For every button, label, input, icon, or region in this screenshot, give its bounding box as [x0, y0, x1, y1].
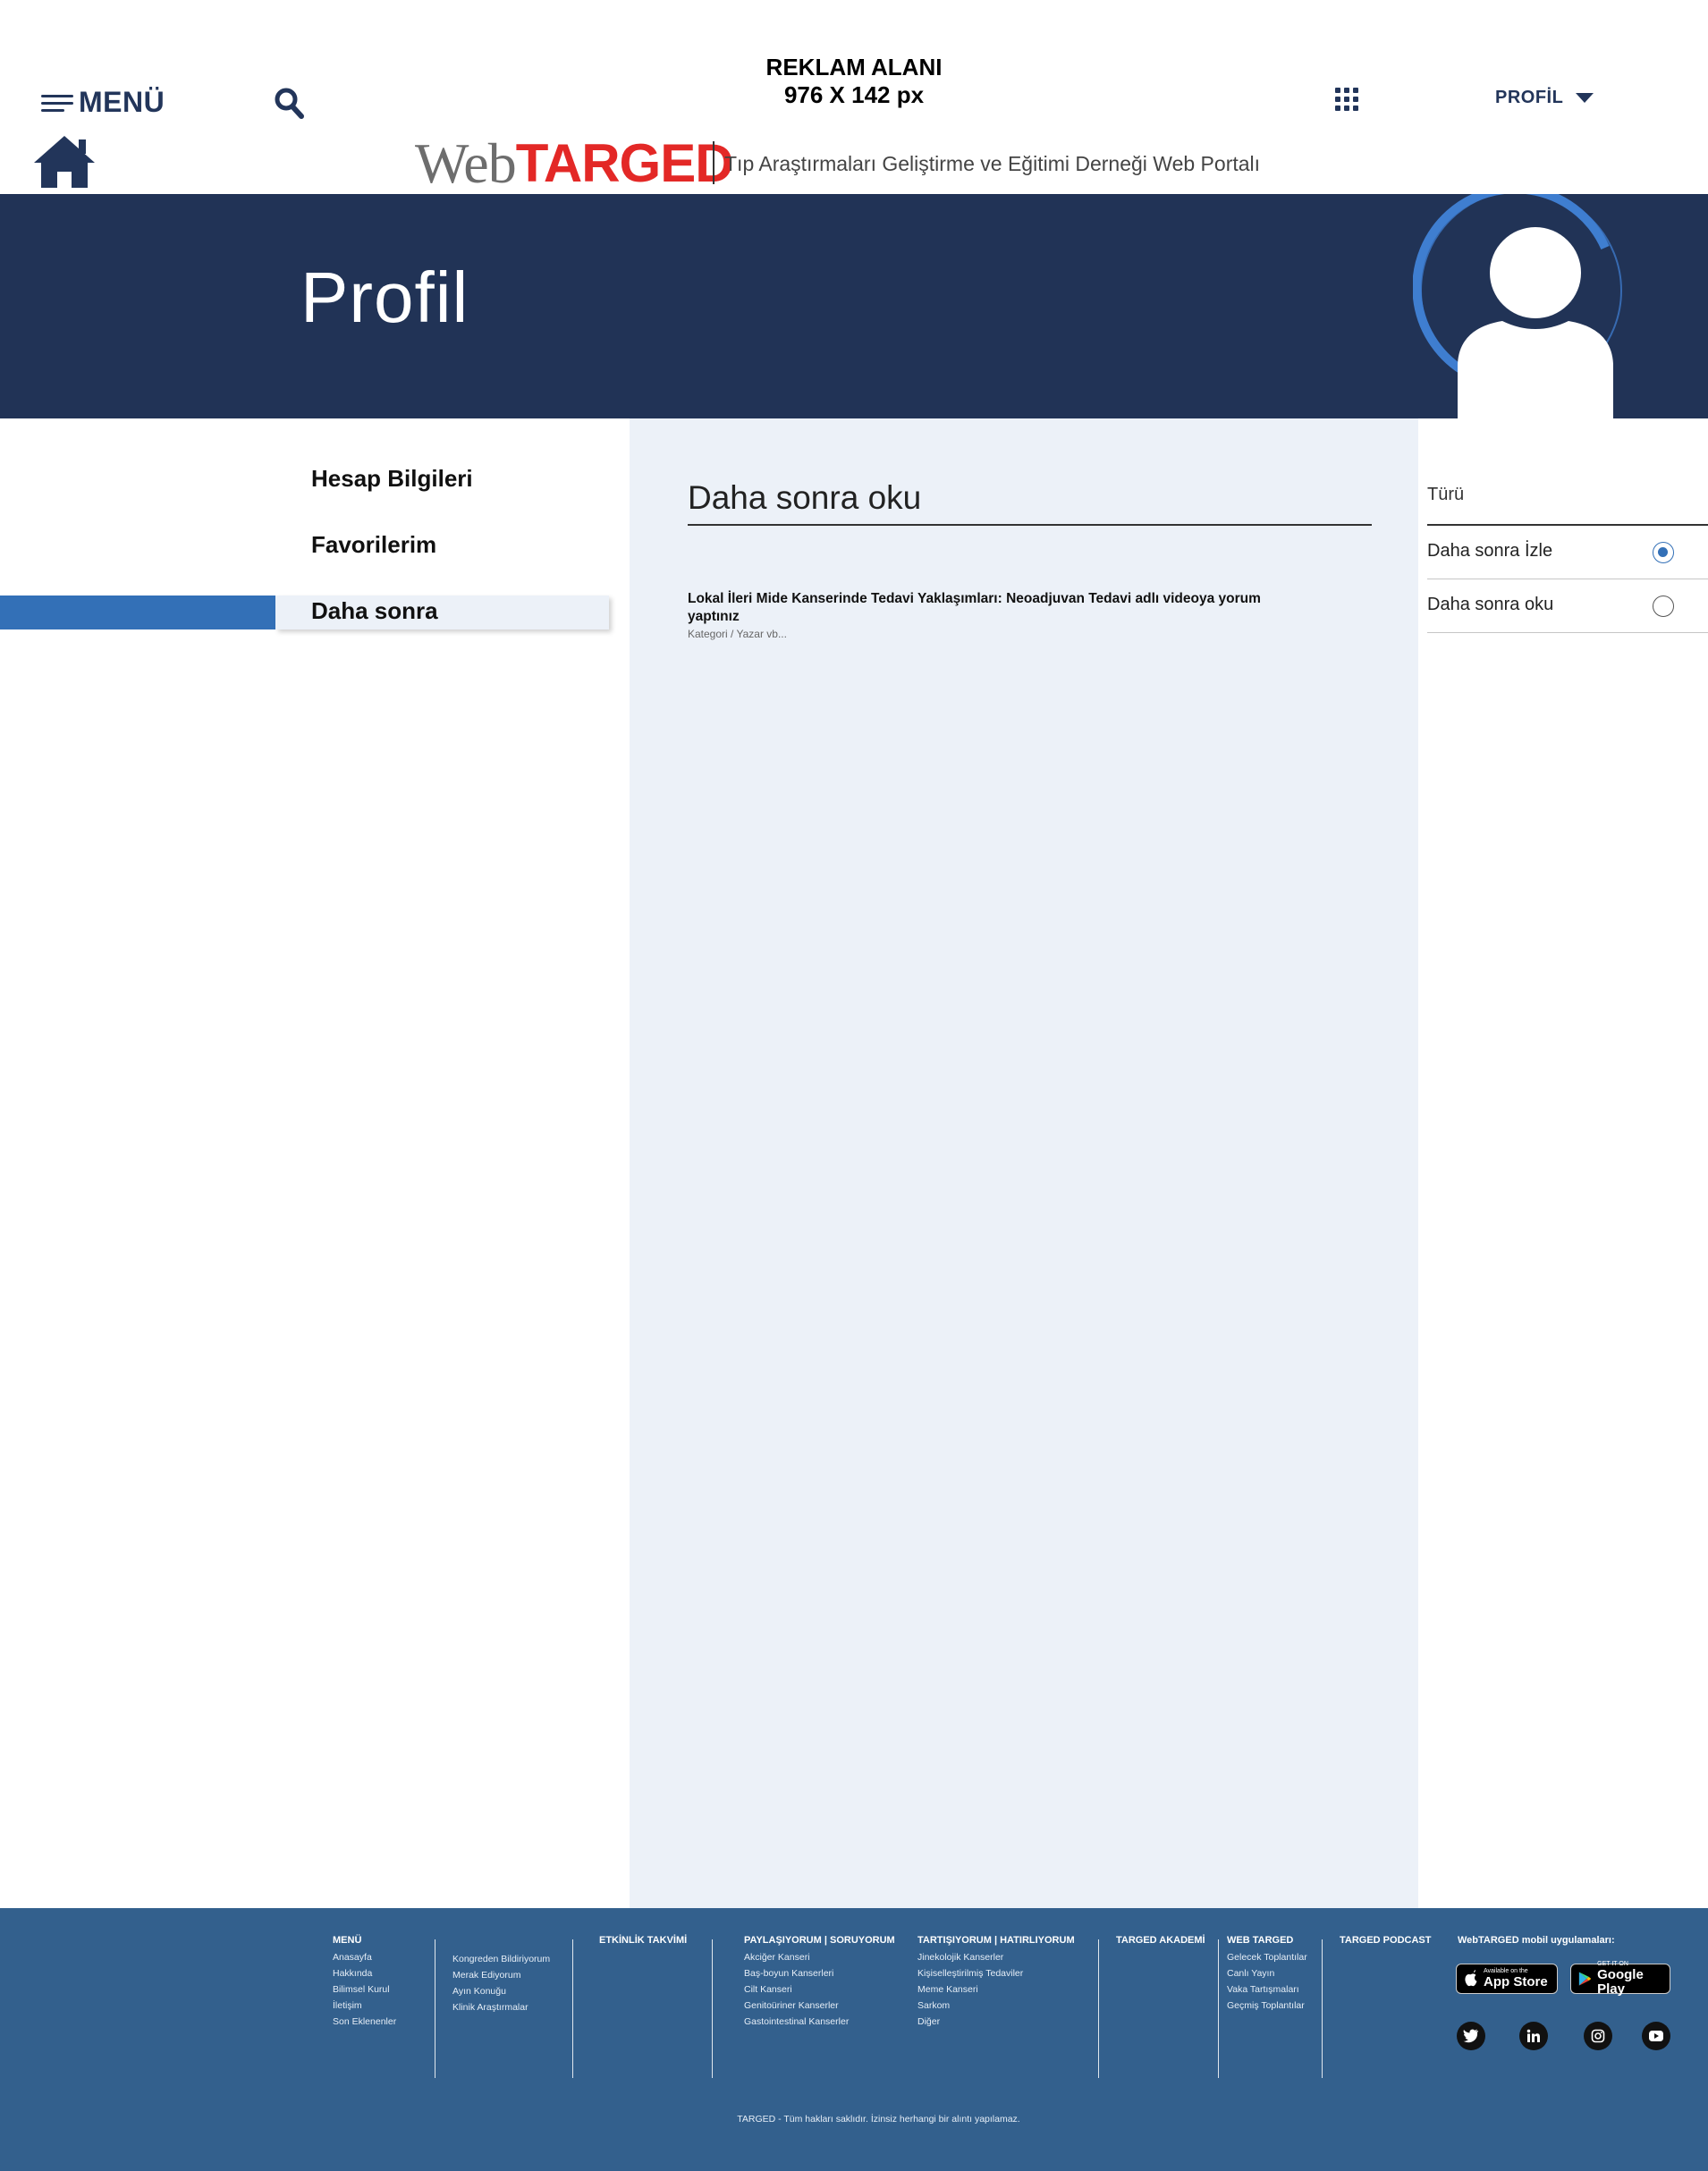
footer-link[interactable]: Diğer [917, 2014, 1075, 2030]
site-header: MENÜ REKLAM ALANI 976 X 142 px PROFİL We… [0, 0, 1708, 195]
footer-col-academy: TARGED AKADEMİ [1116, 1935, 1205, 1946]
ad-area: REKLAM ALANI 976 X 142 px [671, 54, 1037, 109]
footer-col-webtarged: WEB TARGED Gelecek Toplantılar Canlı Yay… [1227, 1935, 1307, 2014]
footer-heading[interactable]: PAYLAŞIYORUM | SORUYORUM [744, 1935, 895, 1946]
footer-divider [572, 1939, 573, 2078]
footer-heading[interactable]: TARGED PODCAST [1340, 1935, 1431, 1946]
logo-web-text: Web [415, 131, 517, 195]
filter-panel: Türü Daha sonra İzle Daha sonra oku [1418, 418, 1708, 1908]
footer-link[interactable]: Baş-boyun Kanserleri [744, 1965, 895, 1981]
avatar [1412, 194, 1628, 418]
sidebar-item-favorilerim[interactable]: Favorilerim [311, 531, 436, 559]
filter-option-izle[interactable]: Daha sonra İzle [1427, 526, 1708, 579]
footer-col-podcast: TARGED PODCAST [1340, 1935, 1431, 1946]
footer-divider [1098, 1939, 1099, 2078]
hamburger-icon [41, 92, 73, 114]
radio-unselected[interactable] [1653, 596, 1674, 617]
footer-link[interactable]: Geçmiş Toplantılar [1227, 1998, 1307, 2014]
footer-link[interactable]: Son Eklenenler [333, 2014, 396, 2030]
profile-dropdown-label: PROFİL [1495, 88, 1564, 107]
webtarged-logo[interactable]: Web TARGED [415, 131, 734, 195]
footer-link[interactable]: Gastointestinal Kanserler [744, 2014, 895, 2030]
caret-down-icon [1576, 93, 1594, 103]
google-play-badge[interactable]: GET IT ON Google Play [1570, 1961, 1670, 1997]
footer-link[interactable]: İletişim [333, 1998, 396, 2014]
radio-selected[interactable] [1653, 542, 1674, 563]
app-store-badge[interactable]: Available on the App Store [1456, 1964, 1558, 1994]
ad-size: 976 X 142 px [783, 81, 925, 108]
search-icon[interactable] [274, 86, 306, 122]
apple-icon [1465, 1970, 1477, 1987]
filter-option-label: Daha sonra oku [1427, 595, 1554, 614]
active-indicator [0, 596, 275, 629]
footer-divider [1322, 1939, 1323, 2078]
footer-col-discuss: TARTIŞIYORUM | HATIRLIYORUM Jinekolojik … [917, 1935, 1075, 2030]
footer-link[interactable]: Akciğer Kanseri [744, 1949, 895, 1965]
linkedin-icon[interactable] [1519, 2022, 1548, 2050]
footer-link[interactable]: Bilimsel Kurul [333, 1981, 396, 1998]
footer-link[interactable]: Gelecek Toplantılar [1227, 1949, 1307, 1965]
footer-link[interactable]: Merak Ediyorum [452, 1967, 550, 1983]
filter-option-label: Daha sonra İzle [1427, 541, 1553, 561]
footer-link[interactable]: Ayın Konuğu [452, 1983, 550, 1999]
list-item-title[interactable]: Lokal İleri Mide Kanserinde Tedavi Yakla… [688, 590, 1278, 626]
footer-link[interactable]: Kongreden Bildiriyorum [452, 1951, 550, 1967]
ad-title: REKLAM ALANI [765, 54, 943, 80]
footer-col-apps: WebTARGED mobil uygulamaları: [1458, 1935, 1615, 1946]
filter-heading: Türü [1427, 485, 1465, 504]
footer-col-menu: MENÜ Anasayfa Hakkında Bilimsel Kurul İl… [333, 1935, 396, 2030]
section-title: Daha sonra oku [688, 479, 922, 516]
sidebar-item-hesap-bilgileri[interactable]: Hesap Bilgileri [311, 465, 473, 493]
footer-heading[interactable]: ETKİNLİK TAKVİMİ [599, 1935, 687, 1946]
footer-divider [712, 1939, 713, 2078]
footer-link[interactable]: Jinekolojik Kanserler [917, 1949, 1075, 1965]
footer-col-menu2: Kongreden Bildiriyorum Merak Ediyorum Ay… [452, 1951, 550, 2015]
footer-link[interactable]: Anasayfa [333, 1949, 396, 1965]
home-icon[interactable] [32, 134, 97, 190]
footer-link[interactable]: Genitoüriner Kanserler [744, 1998, 895, 2014]
footer-link[interactable]: Klinik Araştırmalar [452, 1999, 550, 2015]
footer-link[interactable]: Cilt Kanseri [744, 1981, 895, 1998]
footer-heading[interactable]: WEB TARGED [1227, 1935, 1307, 1946]
footer-link[interactable]: Vaka Tartışmaları [1227, 1981, 1307, 1998]
youtube-icon[interactable] [1642, 2022, 1670, 2050]
site-footer: MENÜ Anasayfa Hakkında Bilimsel Kurul İl… [0, 1908, 1708, 2171]
menu-button[interactable]: MENÜ [41, 86, 165, 119]
main-content: Daha sonra oku Lokal İleri Mide Kanserin… [630, 418, 1418, 1908]
logo-targed-text: TARGED [515, 133, 734, 193]
footer-heading[interactable]: TARGED AKADEMİ [1116, 1935, 1205, 1946]
profile-banner: Profil [0, 194, 1708, 418]
twitter-icon[interactable] [1457, 2022, 1485, 2050]
google-play-icon [1578, 1972, 1592, 1986]
profile-sidebar: Hesap Bilgileri Favorilerim Daha sonra [0, 418, 630, 1908]
title-divider [688, 524, 1372, 526]
footer-heading[interactable]: TARTIŞIYORUM | HATIRLIYORUM [917, 1935, 1075, 1946]
site-tagline: Tıp Araştırmaları Geliştirme ve Eğitimi … [724, 152, 1261, 175]
sidebar-item-daha-sonra[interactable]: Daha sonra [311, 597, 438, 625]
list-item-meta: Kategori / Yazar vb... [688, 628, 787, 640]
footer-link[interactable]: Sarkom [917, 1998, 1075, 2014]
footer-link[interactable]: Kişiselleştirilmiş Tedaviler [917, 1965, 1075, 1981]
filter-option-oku[interactable]: Daha sonra oku [1427, 579, 1708, 633]
page-title: Profil [300, 258, 469, 337]
copyright-text: TARGED - Tüm hakları saklıdır. İzinsiz h… [737, 2114, 1020, 2125]
menu-label: MENÜ [79, 86, 165, 118]
footer-col-share: PAYLAŞIYORUM | SORUYORUM Akciğer Kanseri… [744, 1935, 895, 2030]
footer-col-events: ETKİNLİK TAKVİMİ [599, 1935, 687, 1946]
instagram-icon[interactable] [1584, 2022, 1612, 2050]
footer-link[interactable]: Hakkında [333, 1965, 396, 1981]
profile-dropdown[interactable]: PROFİL [1495, 88, 1594, 108]
google-play-big-text: Google Play [1597, 1967, 1644, 1997]
logo-divider [713, 141, 714, 184]
app-store-big-text: App Store [1484, 1974, 1548, 1989]
footer-heading: MENÜ [333, 1935, 362, 1946]
footer-link[interactable]: Meme Kanseri [917, 1981, 1075, 1998]
footer-divider [1218, 1939, 1219, 2078]
footer-link[interactable]: Canlı Yayın [1227, 1965, 1307, 1981]
footer-heading: WebTARGED mobil uygulamaları: [1458, 1935, 1615, 1946]
apps-grid-icon[interactable] [1335, 88, 1358, 111]
